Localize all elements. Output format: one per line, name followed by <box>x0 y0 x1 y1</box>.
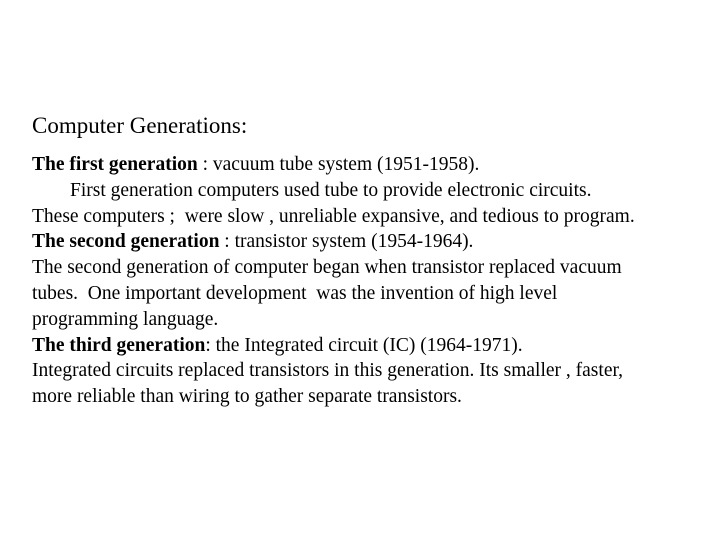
line-third-generation-detail-1: Integrated circuits replaced transistors… <box>32 358 720 384</box>
line-third-generation-detail-1-text: Integrated circuits replaced transistors… <box>32 360 624 382</box>
line-first-generation: The first generation : vacuum tube syste… <box>32 152 720 178</box>
line-third-generation-text: : the Integrated circuit (IC) (1964-1971… <box>205 334 523 356</box>
line-third-generation-lead: The third generation <box>32 334 206 356</box>
line-second-generation: The second generation : transistor syste… <box>32 229 720 255</box>
line-second-generation-detail-1: The second generation of computer began … <box>32 255 720 281</box>
line-second-generation-text: : transistor system (1954-1964). <box>219 231 474 253</box>
slide-canvas: Computer Generations: The first generati… <box>0 0 720 540</box>
slide-body: The first generation : vacuum tube syste… <box>32 152 720 410</box>
line-first-generation-traits: These computers ; were slow , unreliable… <box>32 204 720 230</box>
line-first-generation-text: : vacuum tube system (1951-1958). <box>197 154 480 175</box>
line-first-generation-traits-text: These computers ; were slow , unreliable… <box>32 205 635 227</box>
line-first-generation-detail-text: First generation computers used tube to … <box>70 179 592 201</box>
page-title: Computer Generations: <box>32 113 248 138</box>
line-second-generation-detail-3-text: programming language. <box>32 308 219 330</box>
line-second-generation-detail-2: tubes. One important development was the… <box>32 281 720 307</box>
line-second-generation-detail-3: programming language. <box>32 307 720 333</box>
line-first-generation-detail: First generation computers used tube to … <box>32 178 720 204</box>
line-second-generation-detail-1-text: The second generation of computer began … <box>32 257 622 279</box>
line-first-generation-lead: The first generation <box>32 154 198 175</box>
line-third-generation: The third generation: the Integrated cir… <box>32 333 720 359</box>
line-third-generation-detail-2: more reliable than wiring to gather sepa… <box>32 384 720 410</box>
line-second-generation-detail-2-text: tubes. One important development was the… <box>32 282 558 304</box>
line-second-generation-lead: The second generation <box>32 231 220 253</box>
line-third-generation-detail-2-text: more reliable than wiring to gather sepa… <box>32 386 462 408</box>
